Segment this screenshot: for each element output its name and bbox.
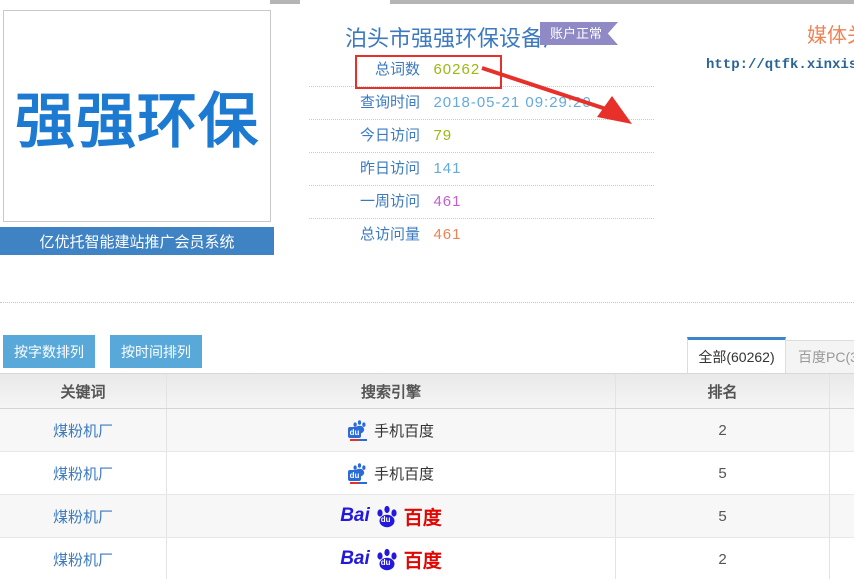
site-url-link[interactable]: http://qtfk.xinxisea. (706, 57, 854, 73)
header-engine: 搜索引擎 (167, 374, 616, 408)
stat-label: 今日访问 (356, 120, 420, 152)
baidu-logo-cn: 百度 (404, 546, 442, 573)
tab-all-keywords[interactable]: 全部(60262) (687, 337, 786, 373)
du-badge: du (348, 470, 361, 481)
stat-row-week-visits: 一周访问 461 (309, 186, 654, 219)
header-rank: 排名 (616, 374, 830, 408)
stat-label: 昨日访问 (356, 153, 420, 185)
keyword-link[interactable]: 煤粉机厂 (53, 420, 113, 441)
system-banner-text: 亿优托智能建站推广会员系统 (39, 231, 234, 252)
stat-row-today-visits: 今日访问 79 (309, 120, 654, 153)
keyword-link[interactable]: 煤粉机厂 (53, 506, 113, 527)
engine-cell: du 手机百度 (348, 462, 434, 484)
baidu-logo-du: du (381, 515, 391, 524)
mobile-baidu-icon: du (348, 462, 370, 484)
system-banner: 亿优托智能建站推广会员系统 (0, 227, 274, 255)
account-status-badge: 账户正常 (540, 22, 618, 45)
stat-label: 查询时间 (356, 87, 420, 119)
section-divider (0, 302, 854, 303)
table-row: 煤粉机厂 du 手机百度 2 (0, 409, 854, 452)
baidu-paw-icon: du (375, 547, 399, 571)
header-extra (830, 374, 854, 408)
rank-value: 2 (616, 409, 830, 451)
engine-cell: Bai du 百度 (340, 503, 442, 530)
media-panel-heading: 媒体关键词 (807, 19, 854, 48)
top-border-gap (300, 0, 390, 4)
stat-label: 总访问量 (356, 219, 420, 251)
stat-value: 2018-05-21 09:29:20 (433, 94, 591, 111)
extra-cell (830, 409, 854, 451)
extra-cell (830, 452, 854, 494)
table-row: 煤粉机厂 Bai du 百度 5 (0, 495, 854, 538)
stat-row-total-words: 总词数 60262 (309, 54, 654, 87)
company-logo: 强强环保 (3, 10, 271, 222)
stat-value: 79 (433, 127, 452, 144)
baidu-logo-cn: 百度 (404, 503, 442, 530)
page: 强强环保 亿优托智能建站推广会员系统 泊头市强强环保设备厂 账户正常 总词数 6… (0, 0, 854, 579)
keyword-link[interactable]: 煤粉机厂 (53, 549, 113, 570)
engine-cell: Bai du 百度 (340, 546, 442, 573)
mobile-baidu-icon: du (348, 419, 370, 441)
stat-row-query-time: 查询时间 2018-05-21 09:29:20 (309, 87, 654, 120)
engine-cell: du 手机百度 (348, 419, 434, 441)
stat-row-total-visits: 总访问量 461 (309, 219, 654, 251)
rank-value: 5 (616, 495, 830, 537)
tab-baidu-pc[interactable]: 百度PC(30 (786, 340, 854, 373)
baidu-logo-bai: Bai (340, 548, 370, 570)
extra-cell (830, 495, 854, 537)
company-logo-text: 强强环保 (15, 73, 259, 160)
keyword-link[interactable]: 煤粉机厂 (53, 463, 113, 484)
stat-label: 一周访问 (356, 186, 420, 218)
rank-value: 2 (616, 538, 830, 579)
table-row: 煤粉机厂 Bai du 百度 2 (0, 538, 854, 579)
rank-value: 5 (616, 452, 830, 494)
stat-row-yesterday-visits: 昨日访问 141 (309, 153, 654, 186)
stat-label: 总词数 (356, 54, 420, 86)
account-stats: 总词数 60262 查询时间 2018-05-21 09:29:20 今日访问 … (309, 54, 654, 251)
stat-value: 461 (433, 226, 461, 243)
du-badge: du (348, 427, 361, 438)
sort-by-words-button[interactable]: 按字数排列 (3, 335, 95, 368)
header-keyword: 关键词 (0, 374, 167, 408)
engine-label: 手机百度 (374, 420, 434, 441)
baidu-logo-bai: Bai (340, 505, 370, 527)
baidu-paw-icon: du (375, 504, 399, 528)
keyword-table: 关键词 搜索引擎 排名 煤粉机厂 du 手机百度 2 (0, 373, 854, 579)
sort-by-time-button[interactable]: 按时间排列 (110, 335, 202, 368)
account-title: 泊头市强强环保设备厂 (345, 21, 565, 53)
table-row: 煤粉机厂 du 手机百度 5 (0, 452, 854, 495)
engine-label: 手机百度 (374, 463, 434, 484)
stat-value: 461 (433, 193, 461, 210)
stat-value: 141 (433, 160, 461, 177)
baidu-logo-du: du (381, 558, 391, 567)
icon-underline (350, 482, 367, 484)
extra-cell (830, 538, 854, 579)
stat-value: 60262 (433, 61, 480, 78)
table-header-row: 关键词 搜索引擎 排名 (0, 374, 854, 409)
icon-underline (350, 439, 367, 441)
